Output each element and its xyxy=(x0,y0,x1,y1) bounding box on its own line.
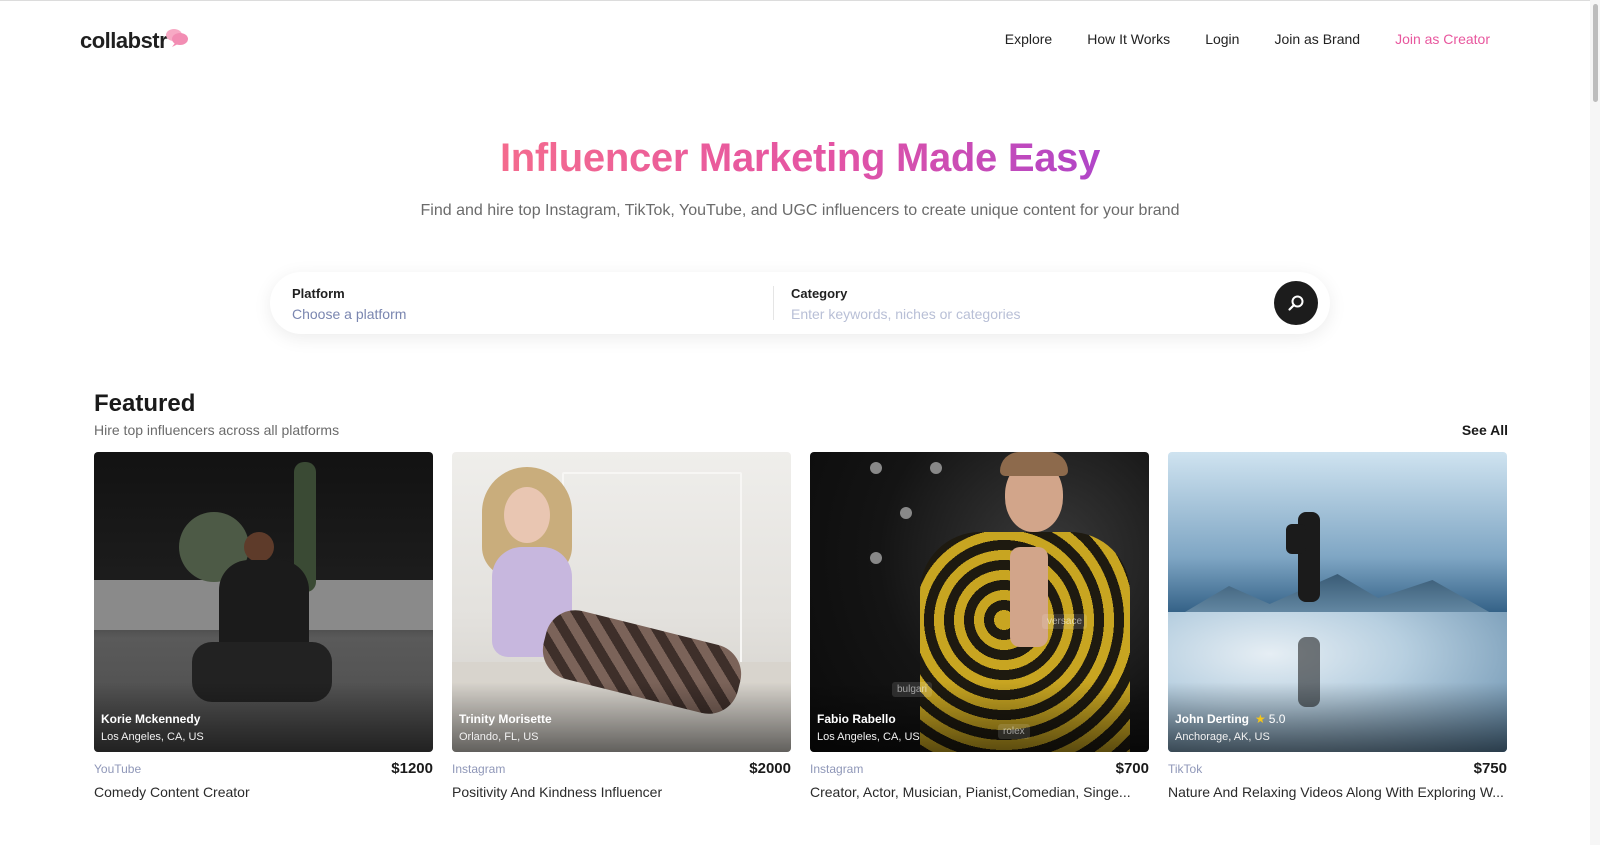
hair-shape xyxy=(1000,452,1068,476)
brand-watermark: versace xyxy=(1042,614,1088,629)
creator-platform: YouTube xyxy=(94,761,142,776)
star-icon: ★ xyxy=(1255,712,1266,726)
main-nav: Explore How It Works Login Join as Brand… xyxy=(1005,31,1490,47)
nav-how-it-works[interactable]: How It Works xyxy=(1087,31,1170,47)
search-button[interactable] xyxy=(1274,281,1318,325)
rating-badge: ★ 5.0 xyxy=(1255,712,1286,726)
face-shape xyxy=(504,487,550,543)
nav-explore[interactable]: Explore xyxy=(1005,31,1052,47)
platform-label: Platform xyxy=(292,286,345,301)
tufting-button-shape xyxy=(870,462,882,474)
tufting-button-shape xyxy=(930,462,942,474)
page-scrollbar[interactable] xyxy=(1590,0,1600,845)
search-divider xyxy=(773,286,774,320)
creator-photo[interactable]: Korie Mckennedy Los Angeles, CA, US xyxy=(94,452,433,752)
creator-description: Nature And Relaxing Videos Along With Ex… xyxy=(1168,784,1504,800)
chest-shape xyxy=(1010,547,1048,647)
tufting-button-shape xyxy=(870,552,882,564)
creator-location: Anchorage, AK, US xyxy=(1175,731,1270,743)
nav-login[interactable]: Login xyxy=(1205,31,1239,47)
featured-cards: Korie Mckennedy Los Angeles, CA, US YouT… xyxy=(94,452,1508,800)
search-icon xyxy=(1288,295,1304,311)
creator-photo[interactable]: John Derting ★ 5.0 Anchorage, AK, US xyxy=(1168,452,1507,752)
creator-platform: Instagram xyxy=(810,761,864,776)
creator-card[interactable]: Trinity Morisette Orlando, FL, US Instag… xyxy=(452,452,791,800)
creator-price: $1200 xyxy=(391,760,433,777)
search-bar: Platform Category xyxy=(270,272,1330,334)
creator-card[interactable]: John Derting ★ 5.0 Anchorage, AK, US TikT… xyxy=(1168,452,1507,800)
speech-bubbles-icon xyxy=(166,29,188,47)
creator-name: Korie Mckennedy xyxy=(101,712,201,726)
creator-price: $2000 xyxy=(749,760,791,777)
hiker-reflection-shape xyxy=(1298,637,1320,707)
backpack-shape xyxy=(1286,524,1306,554)
door-panel-shape xyxy=(562,472,742,732)
featured-subtitle: Hire top influencers across all platform… xyxy=(94,422,340,438)
category-label: Category xyxy=(791,286,848,301)
creator-name: John Derting ★ 5.0 xyxy=(1175,712,1286,726)
nav-join-brand[interactable]: Join as Brand xyxy=(1274,31,1360,47)
platform-input[interactable] xyxy=(292,306,712,322)
creator-location: Los Angeles, CA, US xyxy=(817,731,920,743)
creator-location: Orlando, FL, US xyxy=(459,731,539,743)
hero-subtitle: Find and hire top Instagram, TikTok, You… xyxy=(420,202,1180,219)
person-head-shape xyxy=(244,532,274,562)
site-header: collabstr Explore How It Works Login Joi… xyxy=(0,0,1590,80)
creator-card[interactable]: Korie Mckennedy Los Angeles, CA, US YouT… xyxy=(94,452,433,800)
creator-card[interactable]: versace bulgari rolex Fabio Rabello Los … xyxy=(810,452,1149,800)
platform-field[interactable]: Platform xyxy=(292,286,712,322)
brand-watermark: rolex xyxy=(998,724,1030,739)
see-all-link[interactable]: See All xyxy=(1462,422,1508,438)
category-field[interactable]: Category xyxy=(791,286,1211,322)
creator-name: Trinity Morisette xyxy=(459,712,552,726)
brand-watermark: bulgari xyxy=(892,682,933,697)
tufting-button-shape xyxy=(900,507,912,519)
creator-platform: TikTok xyxy=(1168,761,1203,776)
creator-platform: Instagram xyxy=(452,761,506,776)
creator-name: Fabio Rabello xyxy=(817,712,896,726)
scrollbar-thumb[interactable] xyxy=(1593,4,1598,102)
person-legs-shape xyxy=(192,642,332,702)
featured-title: Featured xyxy=(94,390,196,417)
creator-description: Comedy Content Creator xyxy=(94,784,250,800)
creator-description: Creator, Actor, Musician, Pianist,Comedi… xyxy=(810,784,1131,800)
hero-title: Influencer Marketing Made Easy xyxy=(499,136,1101,180)
category-input[interactable] xyxy=(791,306,1211,322)
creator-price: $750 xyxy=(1473,760,1507,777)
creator-location: Los Angeles, CA, US xyxy=(101,731,204,743)
creator-description: Positivity And Kindness Influencer xyxy=(452,784,663,800)
nav-join-creator[interactable]: Join as Creator xyxy=(1395,31,1490,47)
creator-price: $700 xyxy=(1115,760,1149,777)
creator-photo[interactable]: Trinity Morisette Orlando, FL, US xyxy=(452,452,791,752)
collabstr-logo[interactable]: collabstr xyxy=(80,28,168,54)
creator-photo[interactable]: versace bulgari rolex Fabio Rabello Los … xyxy=(810,452,1149,752)
